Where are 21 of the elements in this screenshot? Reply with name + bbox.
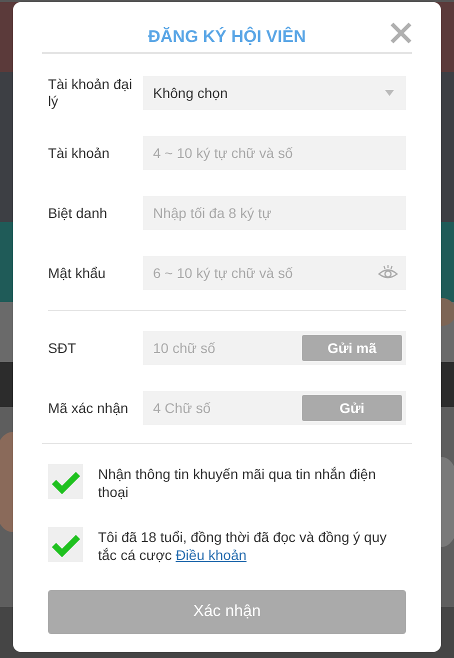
- agreement-text: Tôi đã 18 tuổi, đồng thời đã đọc và đồng ý quy tắc cá cược Điều khoản: [98, 528, 388, 564]
- field-label: Mã xác nhận: [48, 400, 130, 416]
- field-label: Biệt danh: [48, 204, 108, 222]
- send-code-button[interactable]: Gửi mã: [302, 335, 402, 361]
- caret-icon: [385, 90, 394, 96]
- send-code-button[interactable]: Gửi: [302, 395, 402, 421]
- input-field[interactable]: 6 ~ 10 ký tự chữ và số: [143, 256, 406, 290]
- input-field[interactable]: Nhập tối đa 8 ký tự: [143, 196, 406, 230]
- field-label: Mật khẩu: [48, 264, 107, 282]
- eye-icon[interactable]: [378, 265, 398, 281]
- checkbox[interactable]: [48, 527, 83, 562]
- agreement-text: Nhận thông tin khuyến mãi qua tin nhắn điện thoại: [98, 465, 377, 501]
- field-label: Tài khoản: [48, 144, 110, 162]
- terms-link[interactable]: Điều khoản: [176, 547, 247, 563]
- field-label: Tài khoản đại lý: [48, 76, 134, 110]
- checkbox[interactable]: [48, 464, 83, 499]
- input-field[interactable]: 4 ~ 10 ký tự chữ và số: [143, 136, 406, 170]
- close-icon[interactable]: [390, 22, 412, 44]
- dialog-title: ĐĂNG KÝ HỘI VIÊN: [148, 26, 306, 48]
- field-label: SĐT: [48, 340, 77, 356]
- dropdown[interactable]: Không chọn: [143, 76, 406, 110]
